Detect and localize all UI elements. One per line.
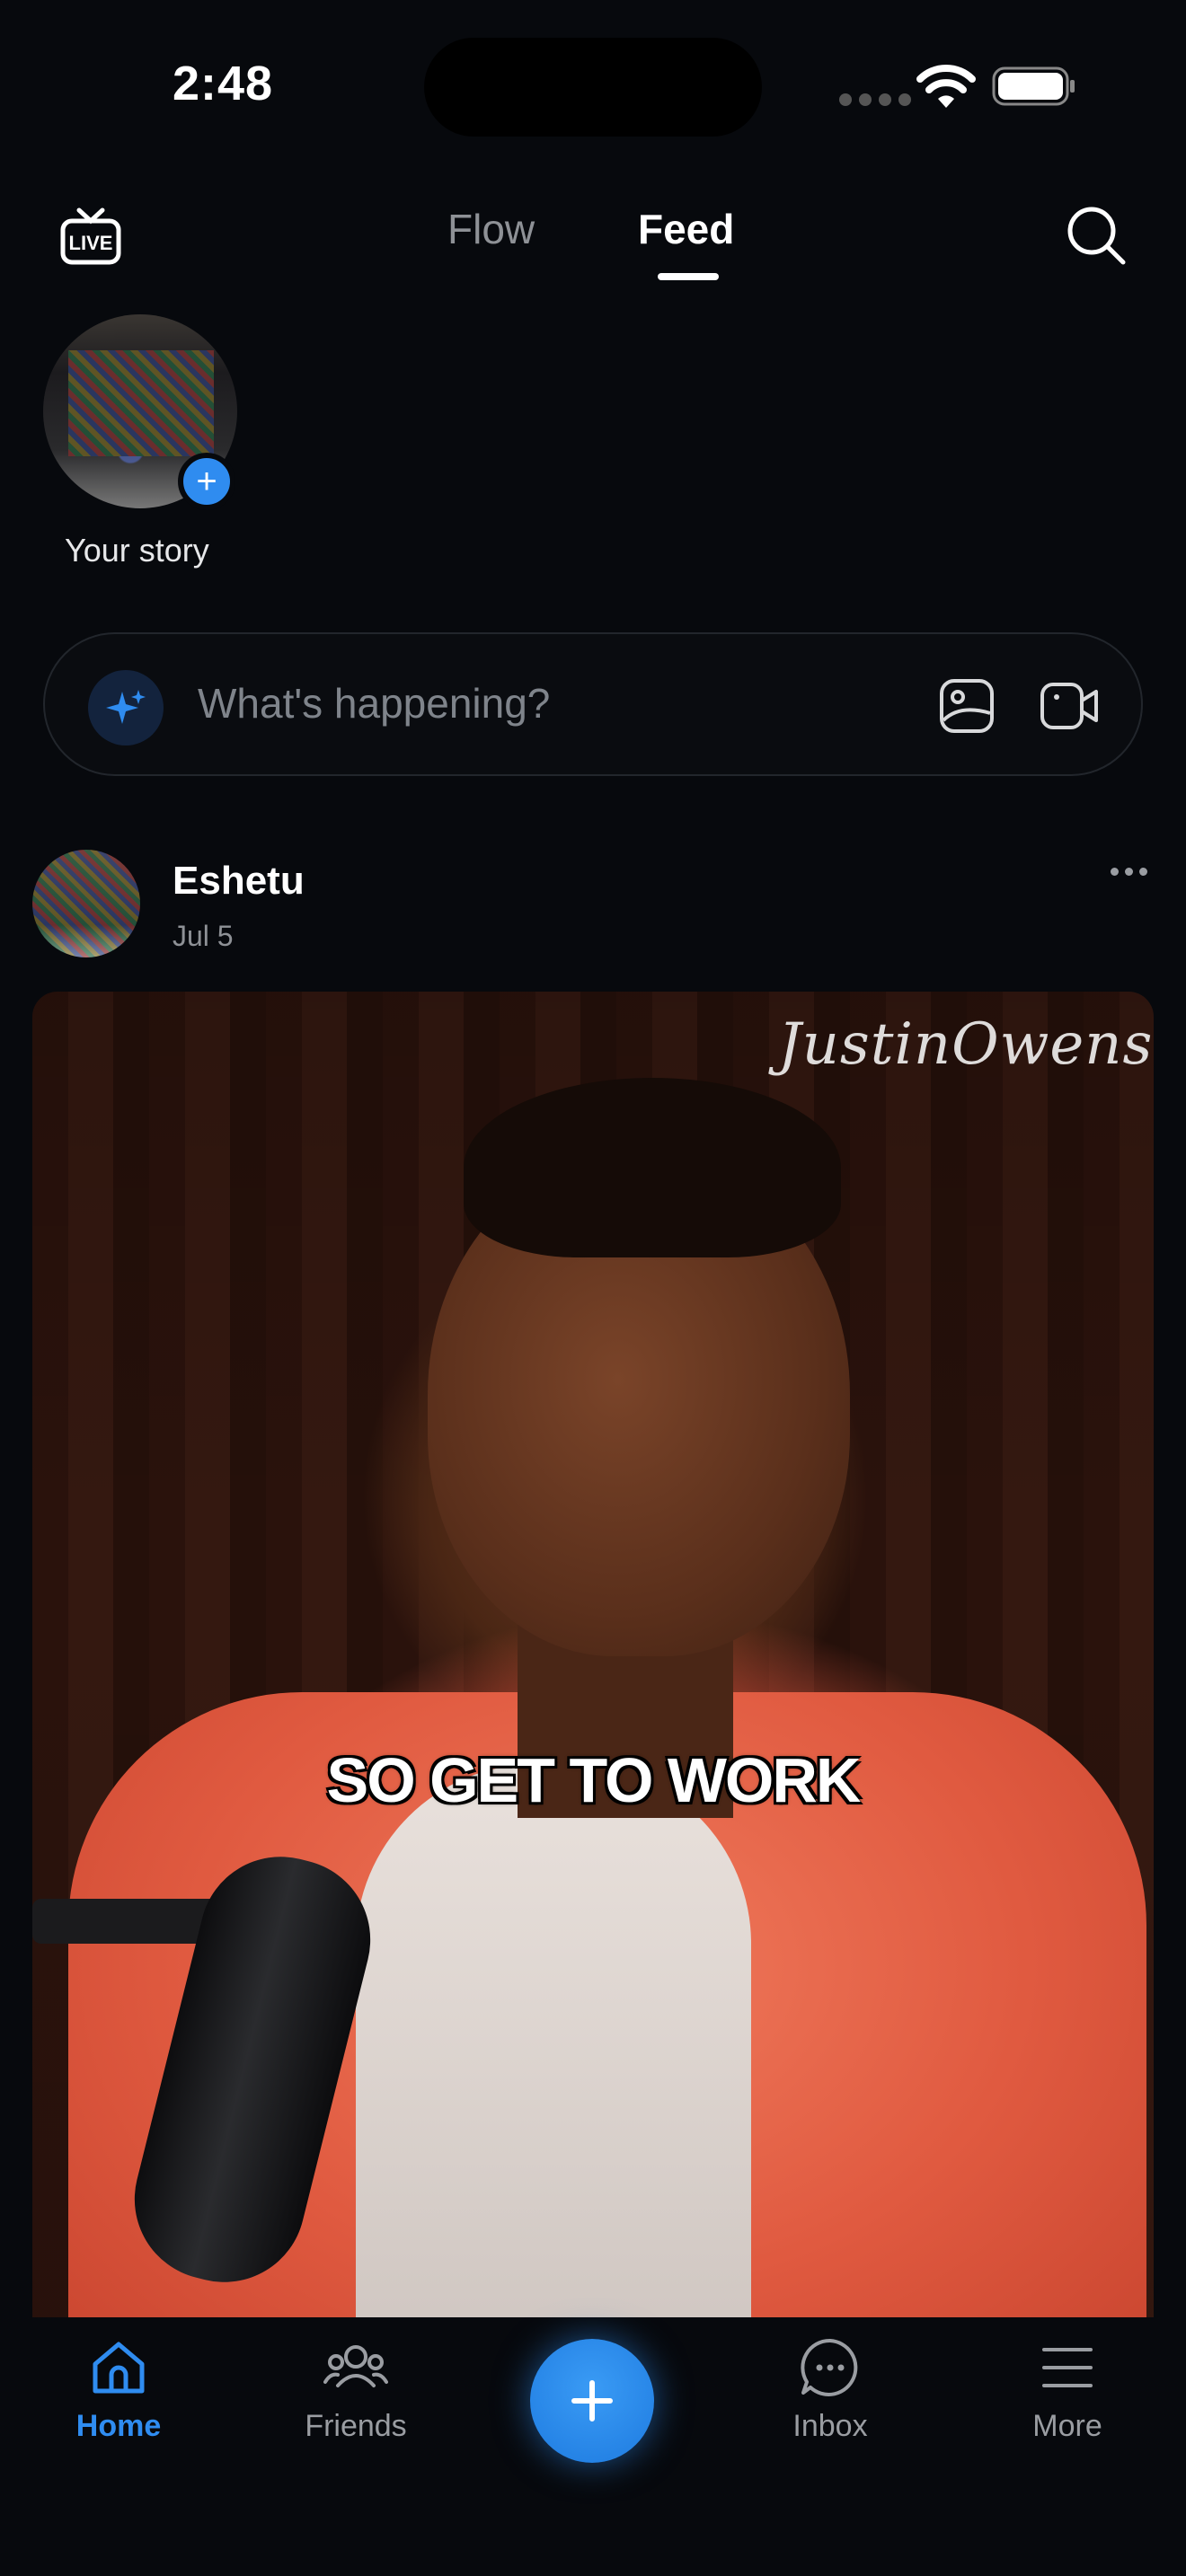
nav-home-label: Home	[75, 2409, 162, 2443]
plus-icon	[571, 2380, 613, 2422]
nav-inbox[interactable]: Inbox	[722, 2335, 938, 2444]
tab-flow[interactable]: Flow	[447, 205, 535, 253]
home-icon	[93, 2342, 145, 2394]
video-caption: SO GET TO WORK	[326, 1745, 862, 1815]
status-time: 2:48	[173, 57, 274, 110]
ai-sparkle-button[interactable]	[88, 670, 164, 745]
friends-icon	[323, 2345, 388, 2387]
add-story-button[interactable]: +	[178, 453, 235, 510]
post-author-avatar[interactable]	[32, 850, 140, 957]
nav-inbox-label: Inbox	[792, 2409, 868, 2443]
dynamic-island	[424, 38, 762, 137]
nav-friends-label: Friends	[305, 2409, 407, 2443]
nav-friends[interactable]: Friends	[248, 2335, 464, 2444]
story-label: Your story	[65, 532, 209, 569]
post-author-name[interactable]: Eshetu	[173, 859, 305, 904]
nav-home[interactable]: Home	[11, 2335, 226, 2444]
search-icon[interactable]	[1064, 203, 1128, 268]
nav-more-label: More	[1032, 2409, 1102, 2443]
live-tv-icon[interactable]: LIVE	[59, 205, 122, 268]
post-video[interactable]: JustinOwens SO GET TO WORK	[32, 992, 1154, 2321]
wifi-icon	[916, 65, 976, 108]
composer-placeholder[interactable]: What's happening?	[198, 679, 550, 728]
tab-feed[interactable]: Feed	[638, 205, 734, 253]
story-thumbnail	[68, 350, 214, 456]
nav-more[interactable]: More	[960, 2335, 1175, 2444]
cellular-signal-icon	[839, 93, 911, 106]
active-tab-indicator	[658, 273, 719, 280]
more-options-icon[interactable]	[1111, 868, 1147, 876]
person-shirt	[356, 1764, 751, 2321]
photo-icon[interactable]	[938, 677, 996, 735]
battery-icon	[992, 66, 1075, 106]
post-date: Jul 5	[173, 920, 234, 952]
person-hair	[464, 1078, 841, 1257]
plus-icon: +	[196, 462, 217, 501]
sparkle-icon	[106, 690, 146, 724]
video-camera-icon[interactable]	[1039, 677, 1100, 735]
video-watermark: JustinOwens	[778, 1011, 1154, 1078]
menu-icon	[1042, 2348, 1093, 2387]
chat-bubble-icon	[801, 2338, 858, 2396]
svg-text:LIVE: LIVE	[69, 232, 113, 254]
create-post-button[interactable]	[530, 2339, 654, 2463]
